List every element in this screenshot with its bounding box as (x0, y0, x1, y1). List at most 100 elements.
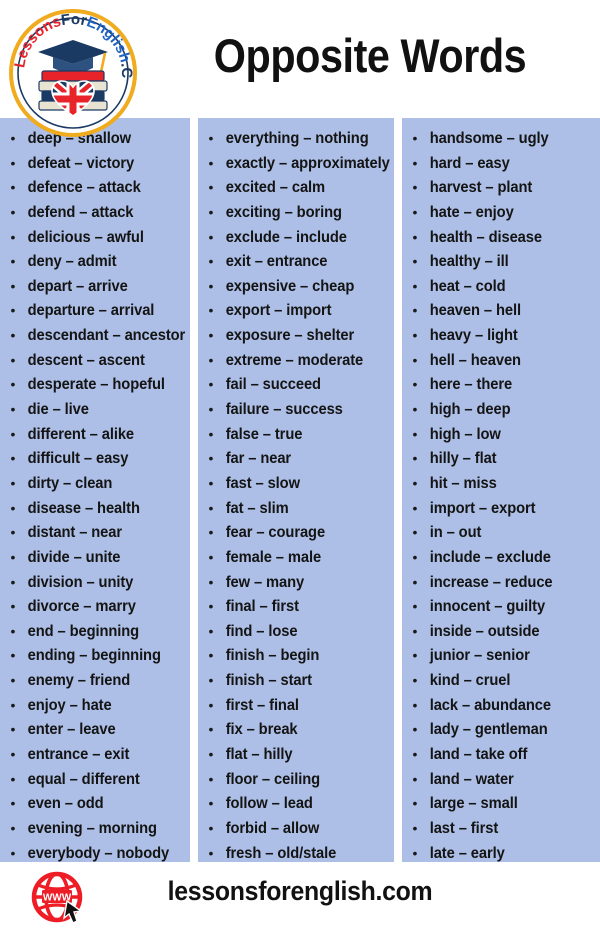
word-list-2: • everything – nothing • exactly – approxim… (198, 126, 394, 862)
word-pair-item: • ending – beginning (0, 643, 190, 668)
word-pair-text: lack – abundance (429, 696, 551, 714)
word-pair-item: • delicious – awful (0, 225, 190, 250)
word-pair-text: fear – courage (225, 524, 326, 542)
bullet-icon: • (412, 179, 418, 196)
word-pair-item: • first – final (198, 693, 394, 718)
word-pair-text: inside – outside (429, 622, 540, 640)
word-pair-text: hit – miss (429, 474, 497, 492)
bullet-icon: • (10, 425, 16, 442)
word-pair-item: • departure – arrival (0, 298, 190, 323)
word-pair-text: fix – break (225, 721, 298, 739)
bullet-icon: • (208, 647, 214, 664)
word-pair-item: • equal – different (0, 767, 190, 792)
bullet-icon: • (10, 499, 16, 516)
bullet-icon: • (208, 672, 214, 689)
bullet-icon: • (208, 746, 214, 763)
word-pair-text: deny – admit (27, 253, 117, 271)
word-pair-item: • healthy – ill (402, 249, 600, 274)
word-pair-item: • export – import (198, 298, 394, 323)
word-pair-text: disease – health (27, 499, 140, 517)
word-pair-item: • fix – break (198, 717, 394, 742)
bullet-icon: • (10, 474, 16, 491)
word-pair-text: exciting – boring (225, 203, 342, 221)
bullet-icon: • (10, 154, 16, 171)
bullet-icon: • (10, 351, 16, 368)
bullet-icon: • (10, 598, 16, 615)
word-pair-text: exclude – include (225, 228, 347, 246)
word-pair-item: • kind – cruel (402, 668, 600, 693)
bullet-icon: • (412, 746, 418, 763)
word-pair-item: • heaven – hell (402, 298, 600, 323)
word-pair-item: • hit – miss (402, 471, 600, 496)
word-pair-item: • difficult – easy (0, 446, 190, 471)
word-pair-text: large – small (429, 795, 518, 813)
bullet-icon: • (208, 302, 214, 319)
word-pair-text: harvest – plant (429, 179, 533, 197)
word-pair-text: kind – cruel (429, 672, 511, 690)
word-pair-text: entrance – exit (27, 746, 130, 764)
bullet-icon: • (10, 696, 16, 713)
word-pair-item: • division – unity (0, 570, 190, 595)
bullet-icon: • (208, 376, 214, 393)
word-pair-item: • fat – slim (198, 496, 394, 521)
word-pair-text: fresh – old/stale (225, 844, 337, 862)
word-pair-item: • inside – outside (402, 619, 600, 644)
word-pair-item: • disease – health (0, 496, 190, 521)
bullet-icon: • (412, 696, 418, 713)
infographic-page: LessonsForEnglish.Com (0, 0, 600, 933)
word-pair-text: female – male (225, 548, 322, 566)
word-pair-text: fail – succeed (225, 376, 321, 394)
word-pair-item: • die – live (0, 397, 190, 422)
word-pair-item: • heavy – light (402, 323, 600, 348)
word-pair-text: equal – different (27, 770, 140, 788)
word-pair-item: • dirty – clean (0, 471, 190, 496)
footer-website-url: lessonsforenglish.com (167, 876, 433, 906)
word-pair-text: here – there (429, 376, 513, 394)
word-pair-text: health – disease (429, 228, 542, 246)
word-pair-item: • excited – calm (198, 175, 394, 200)
word-pair-text: die – live (27, 401, 89, 419)
word-pair-text: final – first (225, 598, 299, 616)
word-pair-item: • extreme – moderate (198, 348, 394, 373)
bullet-icon: • (10, 548, 16, 565)
word-pair-item: • enter – leave (0, 717, 190, 742)
bullet-icon: • (412, 844, 418, 861)
word-pair-item: • finish – begin (198, 643, 394, 668)
bullet-icon: • (208, 154, 214, 171)
word-pair-text: high – deep (429, 401, 511, 419)
word-pair-item: • defence – attack (0, 175, 190, 200)
word-pair-item: • hate – enjoy (402, 200, 600, 225)
word-pair-item: • failure – success (198, 397, 394, 422)
word-pair-item: • divorce – marry (0, 594, 190, 619)
word-pair-text: expensive – cheap (225, 277, 355, 295)
word-pair-item: • fresh – old/stale (198, 841, 394, 862)
word-pair-item: • innocent – guilty (402, 594, 600, 619)
bullet-icon: • (10, 228, 16, 245)
word-pair-text: divide – unite (27, 548, 121, 566)
word-pair-text: land – take off (429, 746, 528, 764)
word-pair-item: • fear – courage (198, 520, 394, 545)
bullet-icon: • (412, 819, 418, 836)
word-pair-text: fat – slim (225, 499, 289, 517)
bullet-icon: • (208, 622, 214, 639)
word-pair-item: • hard – easy (402, 151, 600, 176)
word-pair-item: • deny – admit (0, 249, 190, 274)
word-pair-item: • everybody – nobody (0, 841, 190, 862)
word-pair-item: • enjoy – hate (0, 693, 190, 718)
word-pair-text: desperate – hopeful (27, 376, 165, 394)
word-pair-item: • forbid – allow (198, 816, 394, 841)
bullet-icon: • (208, 548, 214, 565)
word-pair-text: finish – start (225, 672, 312, 690)
bullet-icon: • (208, 770, 214, 787)
word-pair-item: • desperate – hopeful (0, 372, 190, 397)
bullet-icon: • (208, 819, 214, 836)
word-pair-item: • harvest – plant (402, 175, 600, 200)
bullet-icon: • (208, 203, 214, 220)
word-pair-item: • late – early (402, 841, 600, 862)
word-pair-item: • junior – senior (402, 643, 600, 668)
word-pair-item: • exclude – include (198, 225, 394, 250)
word-pair-text: hell – heaven (429, 351, 521, 369)
word-pair-text: defend – attack (27, 203, 134, 221)
word-pair-text: false – true (225, 425, 303, 443)
word-pair-text: lady – gentleman (429, 721, 548, 739)
